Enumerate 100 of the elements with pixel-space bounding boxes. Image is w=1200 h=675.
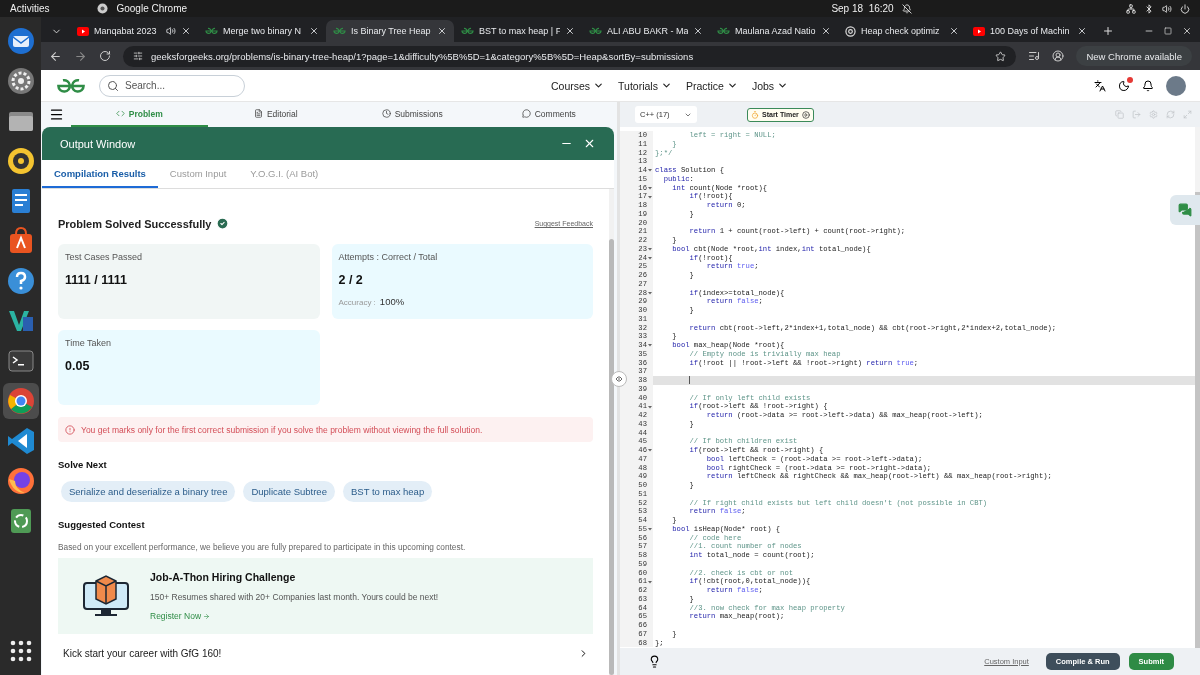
- video-play-icon: [973, 26, 985, 36]
- scrollbar[interactable]: [1195, 127, 1200, 648]
- close-icon[interactable]: [309, 26, 319, 36]
- gfg-logo[interactable]: [55, 77, 87, 94]
- bluetooth-icon[interactable]: [1144, 3, 1154, 14]
- caret-icon: [593, 80, 605, 91]
- translate-icon[interactable]: [1094, 79, 1106, 92]
- timer-icon: [751, 110, 759, 119]
- nav-menu-link[interactable]: Tutorials: [618, 79, 672, 92]
- problem-chip[interactable]: Duplicate Subtree: [243, 481, 335, 502]
- problem-tab[interactable]: Submissions: [394, 108, 443, 119]
- close-icon[interactable]: [949, 26, 959, 36]
- comment-icon: [521, 109, 531, 118]
- caret-icon: [726, 80, 738, 91]
- problem-tab[interactable]: Comments: [534, 108, 576, 119]
- lightbulb-icon[interactable]: [648, 655, 661, 668]
- video-play-icon: [77, 26, 89, 36]
- close-icon[interactable]: [821, 26, 831, 36]
- caret-icon: [777, 80, 789, 91]
- close-icon[interactable]: [565, 26, 575, 36]
- close-icon[interactable]: [1182, 26, 1192, 36]
- site-info-icon[interactable]: [133, 51, 143, 61]
- menu-icon[interactable]: [48, 107, 64, 122]
- search-icon: [107, 79, 119, 92]
- chat-icon: [1178, 203, 1192, 217]
- nav-menu-link[interactable]: Courses: [550, 79, 605, 92]
- clock-icon: [381, 109, 391, 118]
- scrollbar[interactable]: [609, 189, 614, 675]
- avatar[interactable]: [1166, 75, 1186, 96]
- address-field[interactable]: geeksforgeeks.org/problems/is-binary-tree-heap/1?page=1&difficulty%5B%5D=1&category%5B%5D=Heap&sortBy=submissions: [123, 45, 1017, 67]
- bell-icon[interactable]: [1142, 79, 1154, 92]
- nav-menu-link[interactable]: Practice: [685, 79, 738, 92]
- stat-value: 2 / 2: [338, 273, 363, 287]
- close-icon[interactable]: [437, 26, 447, 36]
- browser-tab[interactable]: Is Binary Tree Heap: [326, 20, 454, 42]
- alert-icon: [65, 424, 75, 435]
- search-field[interactable]: Search...: [99, 74, 245, 97]
- warning-text: You get marks only for the first correct submission if you solve the problem without viewing the full solution.: [81, 424, 483, 435]
- browser-tab[interactable]: 100 Days of Machin: [966, 20, 1094, 42]
- network-icon[interactable]: [1126, 3, 1136, 14]
- register-link[interactable]: Register Now: [150, 611, 211, 621]
- problem-chip[interactable]: Serialize and deserialize a binary tree: [61, 481, 236, 502]
- close-icon[interactable]: [181, 26, 191, 36]
- browser-tab[interactable]: ALI ABU BAKR - Ma: [582, 20, 710, 42]
- power-icon[interactable]: [1180, 3, 1190, 14]
- tab-title: Maulana Azad Natio: [735, 26, 816, 36]
- speaker-icon[interactable]: [166, 26, 176, 36]
- browser-icon: [97, 3, 109, 14]
- browser-tab[interactable]: Merge two binary N: [198, 20, 326, 42]
- nav-menu-link[interactable]: Jobs: [751, 79, 789, 92]
- media-controls-icon[interactable]: [1028, 50, 1041, 62]
- stat-note-value: 100%: [379, 296, 405, 307]
- volume-icon[interactable]: [1162, 3, 1172, 14]
- profile-icon[interactable]: [1052, 50, 1065, 62]
- section-title: Suggested Contest: [58, 519, 146, 530]
- output-tab[interactable]: Compilation Results: [42, 160, 158, 188]
- browser-tab[interactable]: Heap check optimiz: [838, 20, 966, 42]
- contest-title: Job-A-Thon Hiring Challenge: [150, 571, 296, 583]
- close-icon[interactable]: [1077, 26, 1087, 36]
- close-icon[interactable]: [583, 137, 596, 150]
- back-icon[interactable]: [49, 49, 62, 63]
- arrow-icon: [203, 612, 211, 620]
- browser-tab[interactable]: Manqabat 2023: [70, 20, 198, 42]
- activities-button[interactable]: Activities: [10, 3, 50, 14]
- app-name[interactable]: Google Chrome: [116, 3, 188, 14]
- browser-tab[interactable]: BST to max heap | F: [454, 20, 582, 42]
- browser-tab[interactable]: Maulana Azad Natio: [710, 20, 838, 42]
- forward-icon[interactable]: [74, 49, 87, 63]
- caret-icon: [660, 80, 672, 91]
- contest-intro: Based on your excellent performance, we believe you are fully prepared to participate in this upcoming contest.: [58, 542, 467, 552]
- stat-label: Test Cases Passed: [65, 252, 143, 262]
- maximize-icon[interactable]: [1164, 27, 1172, 35]
- career-text: Kick start your career with GfG 160!: [63, 647, 222, 659]
- close-icon[interactable]: [693, 26, 703, 36]
- reload-icon[interactable]: [99, 50, 111, 62]
- stat-note-label: Accuracy :: [338, 298, 376, 307]
- stat-value: 0.05: [65, 359, 90, 373]
- update-button[interactable]: New Chrome available: [1076, 46, 1192, 66]
- contest-description: 150+ Resumes shared with 20+ Companies last month. Yours could be next!: [150, 592, 439, 602]
- problem-tab[interactable]: Problem: [128, 108, 163, 119]
- clock[interactable]: Sep 18 16:20: [831, 3, 894, 14]
- text-cursor: [689, 376, 690, 385]
- problem-chip[interactable]: BST to max heap: [342, 481, 433, 502]
- status-title: Problem Solved Successfully: [58, 217, 212, 230]
- gfg-logo-icon: [461, 27, 474, 35]
- career-banner[interactable]: Kick start your career with GfG 160!: [58, 640, 593, 666]
- tab-title: 100 Days of Machin: [990, 26, 1071, 36]
- bookmark-star-icon[interactable]: [995, 50, 1007, 62]
- new-tab-icon[interactable]: [1102, 25, 1114, 37]
- url-text: geeksforgeeks.org/problems/is-binary-tree-heap/1?page=1&difficulty%5B%5D=1&category%5B%5D=Heap&sortBy=submissions: [151, 50, 695, 62]
- gfg-logo-icon: [333, 27, 346, 35]
- problem-tab[interactable]: Editorial: [266, 108, 298, 119]
- browser-icon[interactable]: [2, 383, 39, 419]
- check-icon: [216, 217, 230, 230]
- moon-icon[interactable]: [1118, 79, 1130, 92]
- window-title: Output Window: [60, 137, 136, 150]
- document-icon: [253, 109, 263, 118]
- stat-value: 1111 / 1111: [65, 273, 127, 287]
- gfg-logo-icon: [717, 27, 730, 35]
- chat-button[interactable]: [1170, 195, 1200, 225]
